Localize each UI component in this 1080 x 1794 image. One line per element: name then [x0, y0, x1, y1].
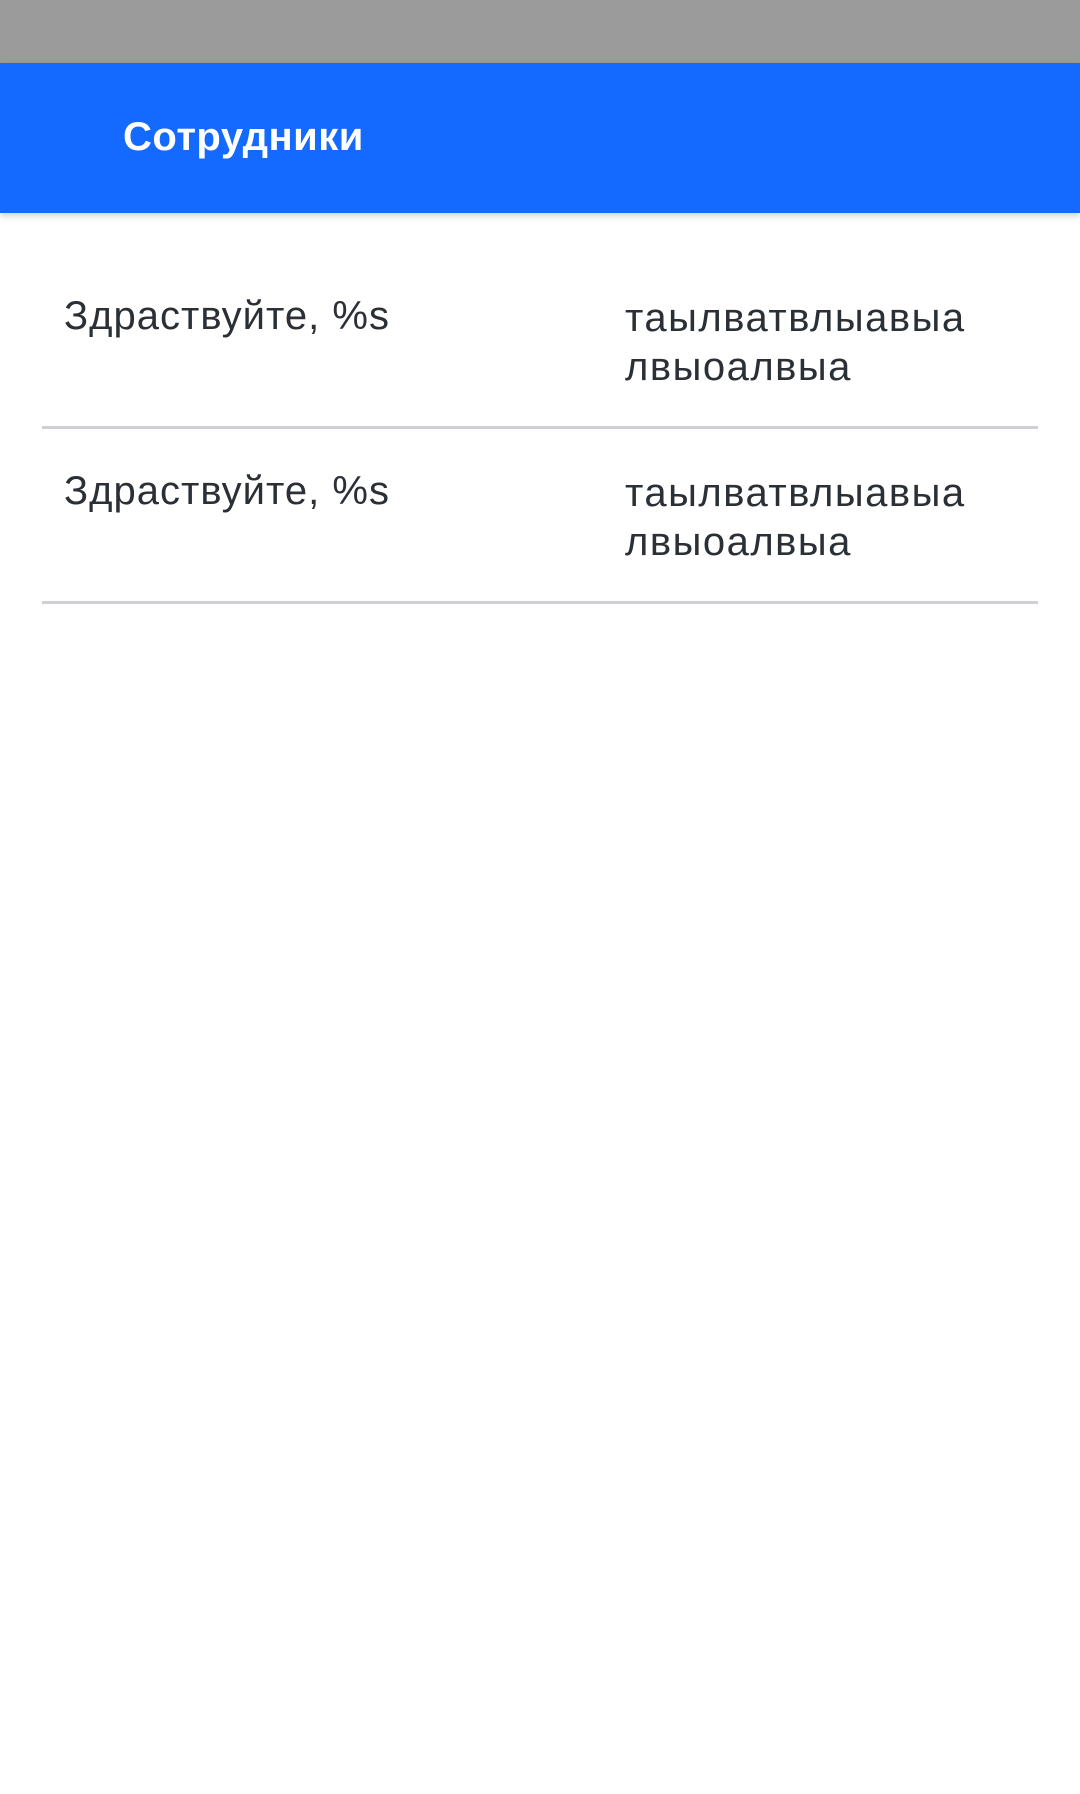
employee-detail-line: таылватвлыавыа	[625, 296, 966, 340]
employee-detail: таылватвлыавыа лвыоалвыа	[625, 469, 1025, 567]
app-bar: Сотрудники	[0, 63, 1080, 213]
employee-greeting: Здраствуйте, %s	[64, 294, 390, 338]
status-bar	[0, 0, 1080, 63]
employee-detail: таылватвлыавыа лвыоалвыа	[625, 294, 1025, 392]
employee-detail-line: лвыоалвыа	[625, 345, 852, 389]
employee-greeting: Здраствуйте, %s	[64, 469, 390, 513]
employee-detail-line: таылватвлыавыа	[625, 471, 966, 515]
list-item[interactable]: Здраствуйте, %s таылватвлыавыа лвыоалвыа	[42, 429, 1038, 604]
employee-list: Здраствуйте, %s таылватвлыавыа лвыоалвыа…	[42, 254, 1038, 604]
employee-detail-line: лвыоалвыа	[625, 520, 852, 564]
list-item[interactable]: Здраствуйте, %s таылватвлыавыа лвыоалвыа	[42, 254, 1038, 429]
page-title: Сотрудники	[123, 115, 364, 159]
